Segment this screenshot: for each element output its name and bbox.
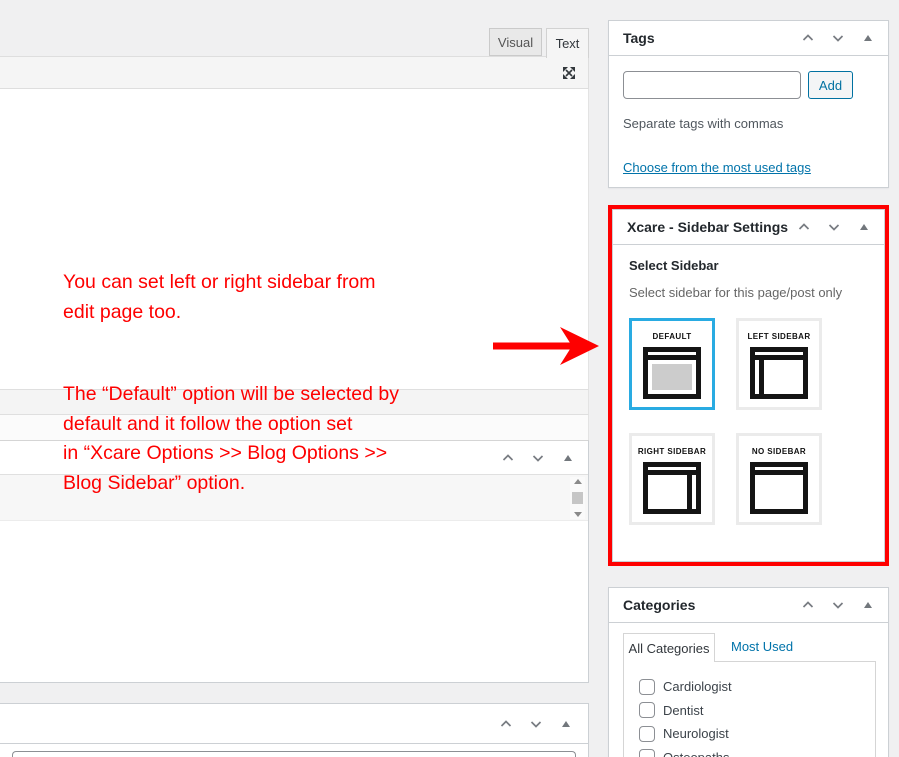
scroll-thumb[interactable] [572, 492, 583, 504]
collapse-toggle-icon[interactable] [860, 30, 876, 46]
layout-left-sidebar-icon [750, 347, 808, 399]
category-checkbox[interactable] [639, 725, 655, 742]
collapse-toggle-icon[interactable] [560, 450, 576, 466]
sidebar-option-right[interactable]: RIGHT SIDEBAR [629, 433, 715, 525]
most-used-tags-link[interactable]: Choose from the most used tags [623, 160, 811, 175]
collapse-toggle-icon[interactable] [856, 219, 872, 235]
tags-metabox: Tags Add Separate tags with commas Choos… [608, 20, 889, 188]
categories-header[interactable]: Categories [609, 588, 888, 623]
xcare-header[interactable]: Xcare - Sidebar Settings [613, 210, 884, 245]
tags-title: Tags [623, 30, 655, 46]
category-row: Dentist [639, 699, 875, 723]
sidebar-options-grid: DEFAULT LEFT SIDEBAR RIGHT SIDEBAR NO SI… [629, 318, 870, 525]
category-row: Neurologist [639, 722, 875, 746]
tab-all-categories[interactable]: All Categories [623, 633, 715, 662]
tab-text[interactable]: Text [546, 28, 589, 58]
layout-default-icon [643, 347, 701, 399]
bottom-metabox [0, 703, 589, 757]
chevron-down-icon[interactable] [528, 716, 544, 732]
category-label: Cardiologist [663, 679, 732, 695]
chevron-up-icon[interactable] [796, 219, 812, 235]
annotation-note-2: The “Default” option will be selected by… [63, 383, 400, 494]
page: Visual Text You can set left or right si… [0, 0, 899, 757]
scroll-down-icon[interactable] [573, 512, 582, 517]
sidebar-option-none[interactable]: NO SIDEBAR [736, 433, 822, 525]
annotation-arrow-icon [493, 327, 599, 365]
category-checkbox[interactable] [639, 749, 655, 757]
collapse-toggle-icon[interactable] [558, 716, 574, 732]
xcare-sidebar-metabox: Xcare - Sidebar Settings Select Sidebar … [612, 209, 885, 562]
categories-list: Cardiologist Dentist Neurologist Osteopa… [623, 661, 876, 757]
sidebar-option-label: NO SIDEBAR [751, 447, 807, 456]
category-checkbox[interactable] [639, 678, 655, 695]
chevron-down-icon[interactable] [830, 597, 846, 613]
chevron-up-icon[interactable] [800, 597, 816, 613]
bottom-metabox-header[interactable] [0, 704, 588, 744]
sidebar-option-label: DEFAULT [652, 332, 692, 341]
category-row: Cardiologist [639, 675, 875, 699]
select-sidebar-description: Select sidebar for this page/post only [629, 285, 843, 300]
partial-input-field[interactable] [12, 751, 576, 757]
select-sidebar-label: Select Sidebar [629, 258, 719, 273]
layout-right-sidebar-icon [643, 462, 701, 514]
chevron-up-icon[interactable] [498, 716, 514, 732]
category-label: Neurologist [663, 726, 729, 742]
categories-metabox: Categories All Categories Most Used Card… [608, 587, 889, 757]
annotation-note-1: You can set left or right sidebar from e… [63, 271, 376, 323]
chevron-up-icon[interactable] [800, 30, 816, 46]
chevron-down-icon[interactable] [826, 219, 842, 235]
sidebar-option-label: RIGHT SIDEBAR [637, 447, 707, 456]
fullscreen-expand-icon[interactable] [560, 64, 578, 82]
category-checkbox[interactable] [639, 702, 655, 719]
tab-visual[interactable]: Visual [489, 28, 542, 56]
collapse-toggle-icon[interactable] [860, 597, 876, 613]
add-tag-button[interactable]: Add [808, 71, 853, 99]
editor-toolbar [0, 57, 589, 89]
category-label: Dentist [663, 702, 704, 718]
tags-hint: Separate tags with commas [623, 116, 784, 131]
scrollbar[interactable] [570, 477, 585, 519]
sidebar-option-left[interactable]: LEFT SIDEBAR [736, 318, 822, 410]
tab-most-used[interactable]: Most Used [731, 639, 793, 654]
xcare-title: Xcare - Sidebar Settings [627, 219, 789, 235]
category-label: Osteopaths [663, 750, 730, 757]
chevron-down-icon[interactable] [830, 30, 846, 46]
categories-title: Categories [623, 597, 696, 613]
tags-header[interactable]: Tags [609, 21, 888, 56]
layout-no-sidebar-icon [750, 462, 808, 514]
sidebar-option-default[interactable]: DEFAULT [629, 318, 715, 410]
scroll-up-icon[interactable] [573, 479, 582, 484]
category-row: Osteopaths [639, 746, 875, 757]
sidebar-option-label: LEFT SIDEBAR [747, 332, 811, 341]
tags-input[interactable] [623, 71, 801, 99]
